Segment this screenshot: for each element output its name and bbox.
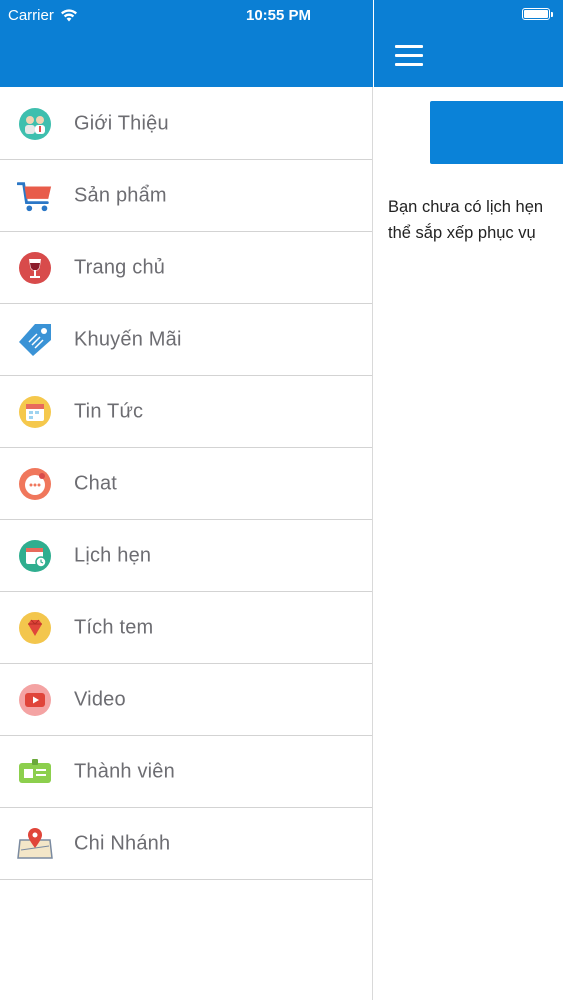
menu-item-gioi-thieu[interactable]: Giới Thiệu — [0, 88, 372, 160]
menu-label: Tin Tức — [74, 400, 144, 422]
video-play-icon — [17, 682, 53, 718]
menu-label: Khuyến Mãi — [74, 328, 182, 350]
menu-item-thanh-vien[interactable]: Thành viên — [0, 736, 372, 808]
menu-label: Chat — [74, 472, 118, 494]
hamburger-menu-icon[interactable] — [395, 45, 423, 67]
clock: 10:55 PM — [246, 6, 312, 24]
menu-label: Giới Thiệu — [74, 112, 169, 134]
primary-action-button[interactable] — [430, 101, 563, 164]
carrier-label: Carrier — [8, 0, 78, 30]
empty-appointments-message: Bạn chưa có lịch hẹn thể sắp xếp phục vụ — [388, 194, 563, 246]
menu-item-video[interactable]: Video — [0, 664, 372, 736]
message-line-1: Bạn chưa có lịch hẹn — [388, 198, 544, 216]
menu-item-chat[interactable]: Chat — [0, 448, 372, 520]
member-card-icon — [17, 754, 53, 790]
menu-item-tin-tuc[interactable]: Tin Tức — [0, 376, 372, 448]
carrier-text: Carrier — [8, 6, 54, 24]
menu-item-san-pham[interactable]: Sản phẩm — [0, 160, 372, 232]
menu-label: Tích tem — [74, 616, 154, 638]
side-drawer: Carrier 10:55 PM Giới Thiệu Sản phẩm Tra… — [0, 0, 373, 1000]
menu-label: Sản phẩm — [74, 184, 167, 206]
menu-list: Giới Thiệu Sản phẩm Trang chủ Khuyến Mãi… — [0, 88, 372, 880]
menu-item-khuyen-mai[interactable]: Khuyến Mãi — [0, 304, 372, 376]
menu-label: Chi Nhánh — [74, 832, 171, 854]
shopping-cart-icon — [17, 178, 53, 214]
menu-item-trang-chu[interactable]: Trang chủ — [0, 232, 372, 304]
appointment-calendar-icon — [17, 538, 53, 574]
menu-label: Thành viên — [74, 760, 175, 782]
menu-label: Trang chủ — [74, 256, 166, 278]
map-pin-icon — [17, 826, 53, 862]
menu-label: Video — [74, 688, 126, 710]
menu-item-lich-hen[interactable]: Lịch hẹn — [0, 520, 372, 592]
battery-icon — [522, 8, 553, 20]
message-line-2: thể sắp xếp phục vụ — [388, 224, 536, 242]
wine-glass-icon — [17, 250, 53, 286]
about-people-icon — [17, 106, 53, 142]
price-tag-icon — [17, 322, 53, 358]
wifi-icon — [60, 8, 77, 21]
menu-item-chi-nhanh[interactable]: Chi Nhánh — [0, 808, 372, 880]
calendar-news-icon — [17, 394, 53, 430]
diamond-gem-icon — [17, 610, 53, 646]
chat-bubble-icon — [17, 466, 53, 502]
menu-label: Lịch hẹn — [74, 544, 152, 566]
menu-item-tich-tem[interactable]: Tích tem — [0, 592, 372, 664]
